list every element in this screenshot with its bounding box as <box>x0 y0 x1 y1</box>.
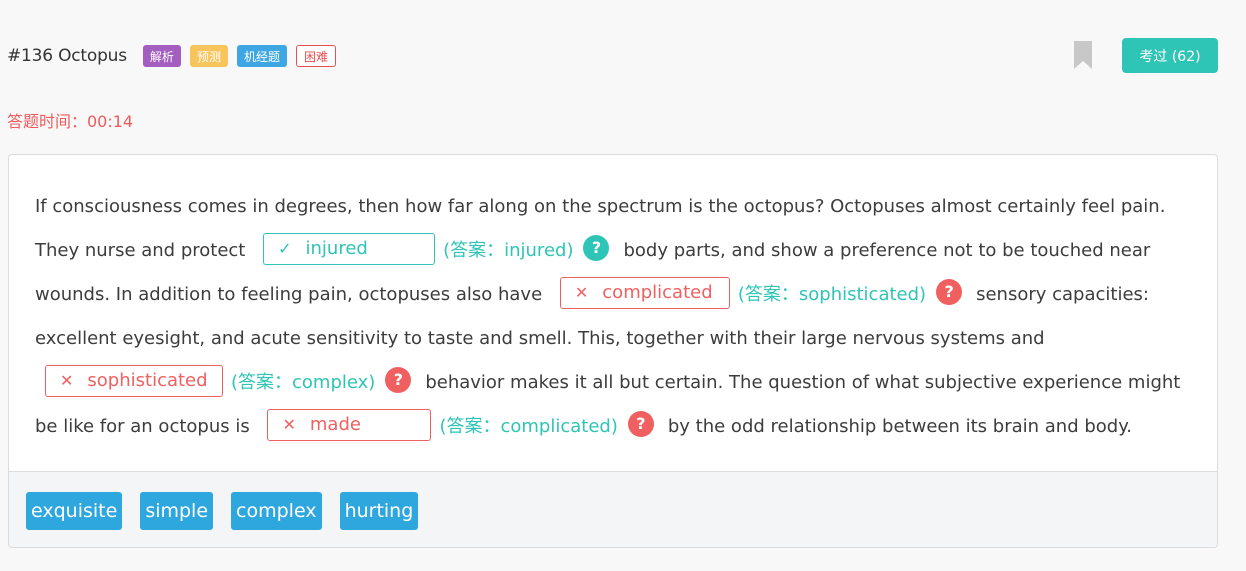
blank-value: made <box>309 414 361 435</box>
blank-3[interactable]: ✕ sophisticated <box>45 365 223 397</box>
blank-value: injured <box>305 238 368 259</box>
question-circle-icon[interactable]: ? <box>583 235 610 261</box>
word-options: exquisite simple complex hurting <box>9 471 1217 547</box>
header: #136 Octopus 解析 预测 机经题 困难 考过 (62) <box>7 38 1218 74</box>
blank-value: complicated <box>602 282 713 303</box>
blank-1[interactable]: ✓ injured <box>263 233 436 265</box>
check-icon: ✓ <box>278 239 292 258</box>
blank-4[interactable]: ✕ made <box>267 409 432 441</box>
answer-1: (答案：injured) <box>443 240 574 261</box>
question-circle-icon[interactable]: ? <box>627 411 654 437</box>
answer-4: (答案：complicated) <box>439 416 618 437</box>
cross-icon: ✕ <box>574 283 589 302</box>
cross-icon: ✕ <box>282 415 296 434</box>
option-complex[interactable]: complex <box>231 491 322 530</box>
passage: If consciousness comes in degrees, then … <box>35 185 1200 449</box>
passage-text: by the odd relationship between its brai… <box>667 416 1133 437</box>
bookmark-icon[interactable] <box>1074 41 1092 69</box>
question-card: If consciousness comes in degrees, then … <box>8 154 1218 548</box>
option-hurting[interactable]: hurting <box>339 491 419 530</box>
option-simple[interactable]: simple <box>140 491 214 530</box>
exam-count-button[interactable]: 考过 (62) <box>1122 38 1218 73</box>
tag-difficulty: 困难 <box>295 45 336 67</box>
cross-icon: ✕ <box>60 371 74 390</box>
question-circle-icon[interactable]: ? <box>385 367 412 393</box>
answer-3: (答案：complex) <box>231 372 376 393</box>
option-exquisite[interactable]: exquisite <box>26 491 123 530</box>
tag-prediction[interactable]: 预测 <box>189 45 228 67</box>
blank-value: sophisticated <box>87 370 208 391</box>
answer-2: (答案：sophisticated) <box>737 284 927 305</box>
tag-analysis[interactable]: 解析 <box>142 45 181 67</box>
answer-timer: 答题时间：00:14 <box>7 112 134 131</box>
blank-2[interactable]: ✕ complicated <box>559 277 730 309</box>
page-title: #136 Octopus <box>7 46 127 66</box>
question-circle-icon[interactable]: ? <box>936 279 963 305</box>
tag-exam-question[interactable]: 机经题 <box>236 45 287 67</box>
